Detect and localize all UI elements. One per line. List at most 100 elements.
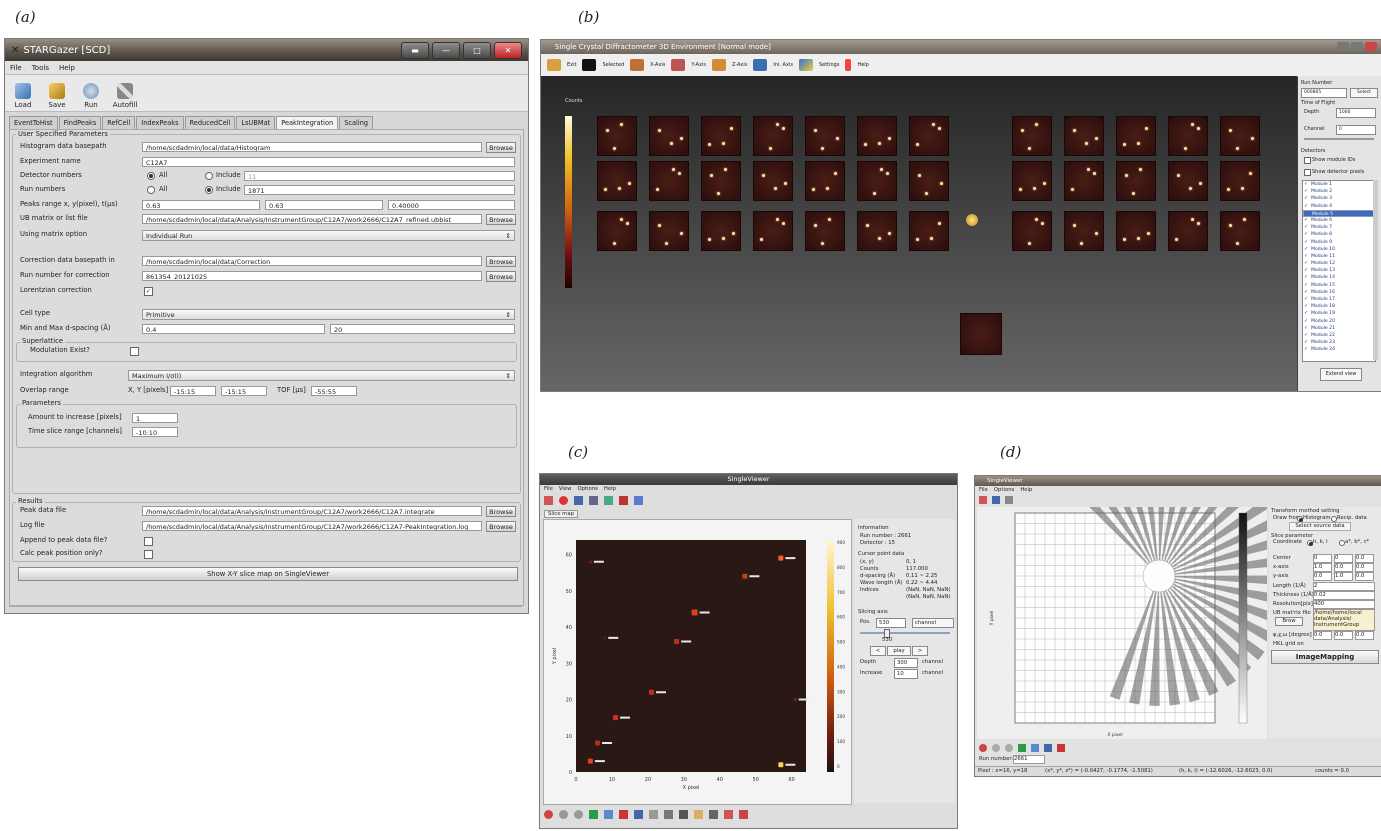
pan-icon[interactable]	[1018, 744, 1026, 752]
depth-spinbox[interactable]: 300	[894, 658, 918, 668]
vector-component-input[interactable]: 0.0	[1355, 554, 1374, 563]
next-button[interactable]: >	[912, 646, 928, 656]
slice-slider[interactable]	[860, 632, 950, 634]
module-item[interactable]: Module 23	[1303, 339, 1375, 346]
cell-type-select[interactable]: Primitive ⇕	[142, 309, 515, 320]
run-number-input[interactable]: 000865	[1301, 88, 1347, 98]
cursor-icon[interactable]	[634, 496, 643, 505]
histogram-input[interactable]: /home/scdadmin/local/data/Histogram	[142, 142, 482, 152]
extra-window-button[interactable]: ▬	[401, 42, 429, 59]
axis-select[interactable]: channel	[912, 618, 954, 628]
detector-module-tile[interactable]	[910, 162, 948, 200]
print-icon[interactable]	[679, 810, 688, 819]
module-item[interactable]: Module 2	[1303, 188, 1375, 195]
detector-module-tile[interactable]	[806, 162, 844, 200]
tab-slice-map[interactable]: Slice map	[544, 510, 578, 518]
angle-input[interactable]: 0.0	[1334, 631, 1353, 640]
menu-file[interactable]: File	[979, 487, 988, 493]
vector-component-input[interactable]: 1.0	[1313, 563, 1332, 572]
prev-button[interactable]: <	[870, 646, 886, 656]
tab-scaling[interactable]: Scaling	[339, 116, 374, 130]
module-item[interactable]: Module 21	[1303, 325, 1375, 332]
runs-all-radio[interactable]	[147, 186, 155, 194]
module-item[interactable]: Module 7	[1303, 224, 1375, 231]
module-list[interactable]: Module 1Module 2Module 3Module 4Module 5…	[1302, 180, 1376, 362]
menu-options[interactable]: Options	[994, 487, 1014, 493]
detector-module-tile[interactable]	[650, 162, 688, 200]
detector-module-tile[interactable]	[702, 117, 740, 155]
show-module-checkbox[interactable]	[1304, 157, 1311, 164]
tab-peakintegration[interactable]: PeakIntegration	[276, 116, 339, 130]
image-mapping-button[interactable]: ImageMapping	[1271, 650, 1379, 664]
back-icon[interactable]	[559, 810, 568, 819]
module-item[interactable]: Module 4	[1303, 203, 1375, 210]
vector-component-input[interactable]: 0	[1313, 554, 1332, 563]
vector-component-input[interactable]: 0.0	[1334, 563, 1353, 572]
detector-module-tile[interactable]	[1065, 117, 1103, 155]
detector-module-tile[interactable]	[858, 212, 896, 250]
histogram-browse-button[interactable]: Browse	[486, 142, 516, 153]
module-item[interactable]: Module 1	[1303, 181, 1375, 188]
detector-module-tile[interactable]	[650, 117, 688, 155]
exit-icon[interactable]	[547, 59, 561, 71]
y-axis-icon[interactable]	[671, 59, 686, 71]
vector-component-input[interactable]: 0.0	[1313, 572, 1332, 581]
detector-module-tile[interactable]	[1013, 162, 1051, 200]
module-item[interactable]: Module 19	[1303, 310, 1375, 317]
ub-matrix-input[interactable]: /home/scdadmin/local/data/Analysis/Instr…	[142, 214, 482, 224]
detector-module-tile[interactable]	[598, 162, 636, 200]
detector-module-tile[interactable]	[754, 117, 792, 155]
list-icon[interactable]	[604, 496, 613, 505]
open-icon[interactable]	[544, 496, 553, 505]
detector-module-tile[interactable]	[1221, 117, 1259, 155]
detector-module-tile[interactable]	[961, 314, 1001, 354]
module-item[interactable]: Module 24	[1303, 346, 1375, 353]
settings-icon[interactable]	[798, 59, 813, 71]
play-button[interactable]: play	[887, 646, 911, 656]
select-source-button[interactable]: Select source data	[1289, 522, 1351, 531]
calc-only-checkbox[interactable]	[144, 550, 153, 559]
vector-component-input[interactable]: 0.0	[1355, 572, 1374, 581]
runs-include-radio[interactable]	[205, 186, 213, 194]
select-icon[interactable]	[694, 810, 703, 819]
module-item[interactable]: Module 22	[1303, 332, 1375, 339]
log-file-input[interactable]: /home/scdadmin/local/data/Analysis/Instr…	[142, 521, 482, 531]
angle-input[interactable]: 0.0	[1313, 631, 1332, 640]
angle-input[interactable]: 0.0	[1355, 631, 1374, 640]
selected-icon[interactable]	[582, 59, 597, 71]
help-icon[interactable]	[845, 59, 852, 71]
slice-map-plot[interactable]: 0 10 20 30 40 50 600102030405060X pixelY pixel…	[544, 520, 851, 804]
tab-eventtohist[interactable]: EventToHist	[9, 116, 58, 130]
detector-module-tile[interactable]	[858, 117, 896, 155]
modulation-checkbox[interactable]	[130, 347, 139, 356]
save-icon[interactable]	[634, 810, 643, 819]
x-icon[interactable]	[664, 810, 673, 819]
pan-icon[interactable]	[589, 810, 598, 819]
detector-module-tile[interactable]	[1117, 117, 1155, 155]
close-button[interactable]: ✕	[494, 42, 522, 59]
module-item[interactable]: Module 6	[1303, 217, 1375, 224]
menu-help[interactable]: Help	[1020, 487, 1032, 493]
extend-view-button[interactable]: Extend view	[1320, 368, 1362, 381]
grid-icon[interactable]	[589, 496, 598, 505]
module-list-scrollbar[interactable]	[1373, 180, 1378, 360]
maximize-button[interactable]	[1351, 42, 1363, 51]
detector-module-tile[interactable]	[754, 212, 792, 250]
experiment-input[interactable]: C12A7	[142, 157, 515, 167]
pos-spinbox[interactable]: 530	[876, 618, 906, 628]
module-item[interactable]: Module 14	[1303, 274, 1375, 281]
detector-module-tile[interactable]	[1117, 212, 1155, 250]
detector-module-tile[interactable]	[806, 117, 844, 155]
save-button[interactable]: Save	[45, 83, 69, 109]
detectors-include-input[interactable]: 11	[244, 171, 515, 181]
detector-module-tile[interactable]	[1117, 162, 1155, 200]
runs-include-input[interactable]: 1871	[244, 185, 515, 195]
peak-data-browse-button[interactable]: Browse	[486, 506, 516, 517]
tab-indexpeaks[interactable]: IndexPeaks	[136, 116, 184, 130]
minimize-button[interactable]	[1337, 42, 1349, 51]
reciprocal-map-plot[interactable]: X pixel Y pixel	[977, 507, 1267, 739]
detector-module-tile[interactable]	[1013, 117, 1051, 155]
forward-icon[interactable]	[1005, 744, 1013, 752]
dmin-input[interactable]: 0.4	[142, 324, 325, 334]
show-slice-map-button[interactable]: Show X-Y slice map on SingleViewer	[18, 567, 518, 581]
